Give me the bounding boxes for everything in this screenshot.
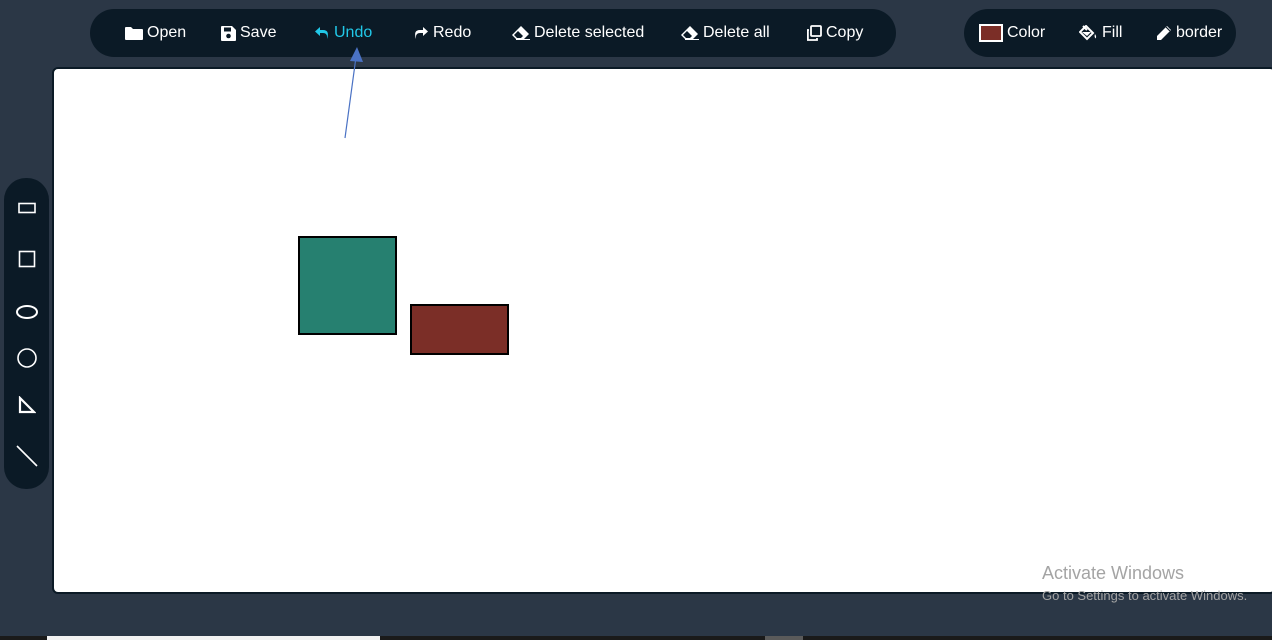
eraser-icon	[512, 26, 530, 40]
delete-all-label: Delete all	[703, 24, 770, 41]
annotation-arrow	[344, 47, 363, 139]
copy-button[interactable]: Copy	[806, 9, 863, 57]
eraser-icon	[681, 26, 699, 40]
fill-button[interactable]: Fill	[1079, 9, 1122, 57]
line-icon	[15, 445, 38, 467]
taskbar-item[interactable]	[47, 636, 380, 640]
rectangle-icon	[17, 202, 36, 214]
square-tool[interactable]	[4, 239, 49, 279]
watermark-subtitle: Go to Settings to activate Windows.	[1042, 588, 1248, 603]
triangle-tool[interactable]	[4, 385, 49, 425]
redo-icon	[415, 27, 428, 39]
undo-label: Undo	[334, 24, 373, 41]
copy-label: Copy	[826, 24, 864, 41]
copy-icon	[807, 25, 822, 41]
ellipse-icon	[15, 305, 38, 319]
redo-label: Redo	[433, 24, 472, 41]
activate-windows-watermark: Activate Windows Go to Settings to activ…	[1042, 563, 1247, 603]
taskbar-item[interactable]	[765, 636, 803, 640]
save-label: Save	[240, 24, 277, 41]
circle-icon	[16, 348, 37, 368]
taskbar-strip	[0, 636, 1272, 640]
fill-label: Fill	[1102, 24, 1123, 41]
delete-all-button[interactable]: Delete all	[681, 9, 770, 57]
color-swatch[interactable]	[979, 24, 1003, 42]
color-label: Color	[1007, 24, 1046, 41]
open-label: Open	[147, 24, 187, 41]
shape-toolbar	[4, 178, 49, 489]
pencil-icon	[1157, 26, 1171, 40]
delete-selected-button[interactable]: Delete selected	[512, 9, 644, 57]
border-button[interactable]: border	[1156, 9, 1222, 57]
color-button[interactable]: Color	[979, 9, 1045, 57]
delete-selected-label: Delete selected	[534, 24, 645, 41]
ellipse-tool[interactable]	[4, 292, 49, 332]
undo-icon	[315, 27, 328, 39]
floppy-disk-icon	[221, 25, 236, 41]
line-tool[interactable]	[4, 436, 49, 476]
canvas-square-shape[interactable]	[298, 236, 397, 335]
folder-icon	[125, 27, 143, 40]
circle-tool[interactable]	[4, 338, 49, 378]
square-icon	[18, 250, 35, 268]
main-toolbar: Open Save Undo Redo Delete selected Dele…	[90, 9, 896, 57]
save-button[interactable]: Save	[221, 9, 276, 57]
open-button[interactable]: Open	[125, 9, 186, 57]
paint-bucket-icon	[1079, 25, 1097, 41]
drawing-canvas[interactable]	[52, 67, 1272, 594]
canvas-rectangle-shape[interactable]	[410, 304, 509, 355]
border-label: border	[1176, 24, 1223, 41]
triangle-icon	[18, 396, 36, 414]
style-toolbar: Color Fill border	[964, 9, 1236, 57]
watermark-title: Activate Windows	[1042, 563, 1185, 583]
redo-button[interactable]: Redo	[413, 9, 471, 57]
rectangle-tool[interactable]	[4, 188, 49, 228]
